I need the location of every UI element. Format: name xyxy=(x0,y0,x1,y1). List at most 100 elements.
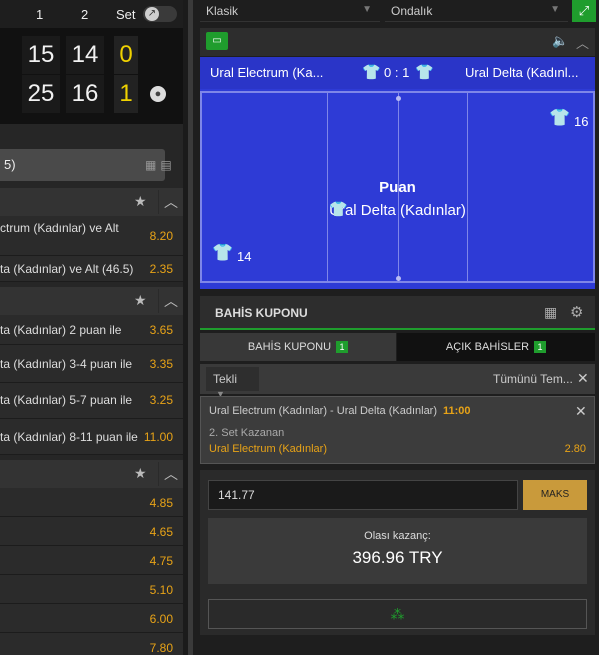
bet-slip-title: BAHİS KUPONU xyxy=(215,306,308,320)
max-stake-button[interactable]: MAKS xyxy=(523,480,587,510)
place-bet-button[interactable]: ⁂ xyxy=(208,599,587,629)
market-row-odd[interactable]: 4.75 xyxy=(150,554,173,568)
chart-icon: ↗ xyxy=(145,7,159,21)
away-shirt-icon: 👕 xyxy=(415,64,434,81)
count-badge: 1 xyxy=(336,341,349,353)
home-shirt-icon: 👕 xyxy=(362,64,381,81)
caret-down-icon: ▼ xyxy=(550,4,560,15)
chevron-up-icon[interactable]: ︿ xyxy=(158,289,183,313)
net-post xyxy=(396,276,401,281)
odds-format-value: Ondalık xyxy=(391,4,433,18)
market-row-label: ctrum (Kadınlar) ve Alt xyxy=(0,221,119,235)
set2-header: 2 xyxy=(81,7,89,22)
market-row[interactable]: ta (Kadınlar) 8-11 puan ile 11.00 xyxy=(0,419,183,455)
bet-match-time: 11:00 xyxy=(443,405,471,417)
bet-selection-card: Ural Electrum (Kadınlar) - Ural Delta (K… xyxy=(200,396,595,464)
calculator-icon[interactable]: ▦ xyxy=(544,304,557,321)
bet-type-select[interactable]: Tekli ▼ xyxy=(206,367,259,399)
market-row-odd[interactable]: 3.35 xyxy=(150,357,173,371)
market-row-odd[interactable]: 7.80 xyxy=(150,641,173,655)
away-sets-won: 1 xyxy=(114,75,138,113)
caret-down-icon: ▼ xyxy=(362,4,372,15)
stake-area: MAKS Olası kazanç: 396.96 TRY ⁂ xyxy=(200,470,595,635)
market-row-odd[interactable]: 5.10 xyxy=(150,583,173,597)
markets-panel: 1 2 Set ↗ 15 14 0 25 16 1 ● 5) ▦▤ ★ ︿ ct… xyxy=(0,0,183,655)
tab-bet-slip[interactable]: BAHİS KUPONU 1 xyxy=(200,333,396,361)
market-row-label: ta (Kadınlar) 3-4 puan ile xyxy=(0,357,133,371)
market-row[interactable]: 4.85 xyxy=(0,488,183,517)
star-icon[interactable]: ★ xyxy=(134,292,147,309)
market-row-odd[interactable]: 11.00 xyxy=(144,430,173,444)
tab-label: AÇIK BAHİSLER xyxy=(445,341,530,353)
loading-icon: ⁂ xyxy=(390,606,405,622)
market-row[interactable]: 5.10 xyxy=(0,575,183,604)
star-icon[interactable]: ★ xyxy=(134,193,147,210)
bet-market: 2. Set Kazanan xyxy=(209,427,285,439)
chevron-up-icon[interactable]: ︿ xyxy=(576,33,589,52)
home-set1-score: 15 xyxy=(22,36,60,74)
away-shirt-icon: 👕 xyxy=(549,108,571,127)
scoreboard: 15 14 0 25 16 1 ● xyxy=(0,28,183,124)
bet-odd: 2.80 xyxy=(564,443,586,455)
close-icon[interactable]: ✕ xyxy=(577,370,589,387)
home-team-name: Ural Electrum (Ka... xyxy=(210,65,324,80)
app-root: 1 2 Set ↗ 15 14 0 25 16 1 ● 5) ▦▤ ★ ︿ ct… xyxy=(0,0,599,655)
remove-bet-icon[interactable]: ✕ xyxy=(575,403,587,420)
home-player-number: 14 xyxy=(237,249,252,264)
market-row-odd[interactable]: 4.65 xyxy=(150,525,173,539)
star-icon[interactable]: ★ xyxy=(134,465,147,482)
market-group-header[interactable]: ★ ︿ xyxy=(0,188,183,216)
chevron-up-icon[interactable]: ︿ xyxy=(158,462,183,486)
market-row[interactable]: ta (Kadınlar) 5-7 puan ile 3.25 xyxy=(0,383,183,419)
market-row-label: ta (Kadınlar) 5-7 puan ile xyxy=(0,393,133,407)
chevron-up-icon[interactable]: ︿ xyxy=(158,190,183,214)
market-group-header[interactable]: ★ ︿ xyxy=(0,460,183,488)
market-row-odd[interactable]: 4.85 xyxy=(150,496,173,510)
net-post xyxy=(396,96,401,101)
away-set2-score: 16 xyxy=(66,75,104,113)
layout-grid-icon[interactable]: ▦▤ xyxy=(145,158,176,172)
market-row[interactable]: 6.00 xyxy=(0,604,183,633)
market-row-odd[interactable]: 3.65 xyxy=(150,323,173,337)
market-row-odd[interactable]: 2.35 xyxy=(150,262,173,276)
home-shirt-icon: 👕 xyxy=(212,243,234,262)
gear-icon[interactable]: ⚙ xyxy=(570,303,583,321)
market-row[interactable]: ta (Kadınlar) 3-4 puan ile 3.35 xyxy=(0,345,183,383)
point-title: Puan xyxy=(379,179,416,196)
market-row[interactable]: 4.65 xyxy=(0,517,183,546)
away-team-name: Ural Delta (Kadınl... xyxy=(465,65,579,80)
clear-all-link[interactable]: Tümünü Tem... xyxy=(493,372,573,386)
pitch-icon[interactable]: ▭ xyxy=(206,32,228,50)
match-score: 0 : 1 xyxy=(384,65,410,80)
stake-input[interactable] xyxy=(208,480,518,510)
point-team-name: Ural Delta (Kadınlar) xyxy=(329,202,466,219)
away-shirt-icon: 👕 xyxy=(329,201,348,218)
market-row[interactable]: ta (Kadınlar) ve Alt (46.5) 2.35 xyxy=(0,256,183,282)
market-row[interactable]: ctrum (Kadınlar) ve Alt 8.20 xyxy=(0,216,183,256)
market-row-odd[interactable]: 3.25 xyxy=(150,393,173,407)
tab-open-bets[interactable]: AÇIK BAHİSLER 1 xyxy=(397,333,595,361)
market-row[interactable]: 7.80 xyxy=(0,633,183,655)
set-header: Set xyxy=(116,7,136,22)
match-tracker-field: Ural Electrum (Ka... 👕 0 : 1 👕 Ural Delt… xyxy=(200,57,595,289)
volume-icon[interactable]: 🔈 xyxy=(552,33,568,49)
set1-header: 1 xyxy=(36,7,44,22)
point-team: 👕 Ural Delta (Kadınlar) xyxy=(200,202,595,219)
odds-format-select[interactable]: Ondalık ▼ xyxy=(385,0,568,22)
bet-match-name: Ural Electrum (Kadınlar) - Ural Delta (K… xyxy=(209,405,438,417)
possible-win-box: Olası kazanç: 396.96 TRY xyxy=(208,518,587,584)
market-row[interactable]: ta (Kadınlar) 2 puan ile 3.65 xyxy=(0,315,183,345)
market-filter[interactable]: 5) xyxy=(0,149,165,181)
count-badge: 1 xyxy=(534,341,547,353)
bet-slip-header: BAHİS KUPONU ▦ ⚙ xyxy=(200,296,595,330)
market-group-header[interactable]: ★ ︿ xyxy=(0,287,183,315)
market-filter-text: 5) xyxy=(4,157,16,172)
market-row-odd[interactable]: 6.00 xyxy=(150,612,173,626)
expand-icon[interactable]: ⤢ xyxy=(572,0,596,22)
bet-match: Ural Electrum (Kadınlar) - Ural Delta (K… xyxy=(209,405,471,417)
stats-toggle[interactable]: ↗ xyxy=(143,6,177,22)
view-select[interactable]: Klasik ▼ xyxy=(200,0,380,22)
market-row-odd[interactable]: 8.20 xyxy=(150,229,173,243)
market-row-label: ta (Kadınlar) ve Alt (46.5) xyxy=(0,262,134,276)
market-row[interactable]: 4.75 xyxy=(0,546,183,575)
